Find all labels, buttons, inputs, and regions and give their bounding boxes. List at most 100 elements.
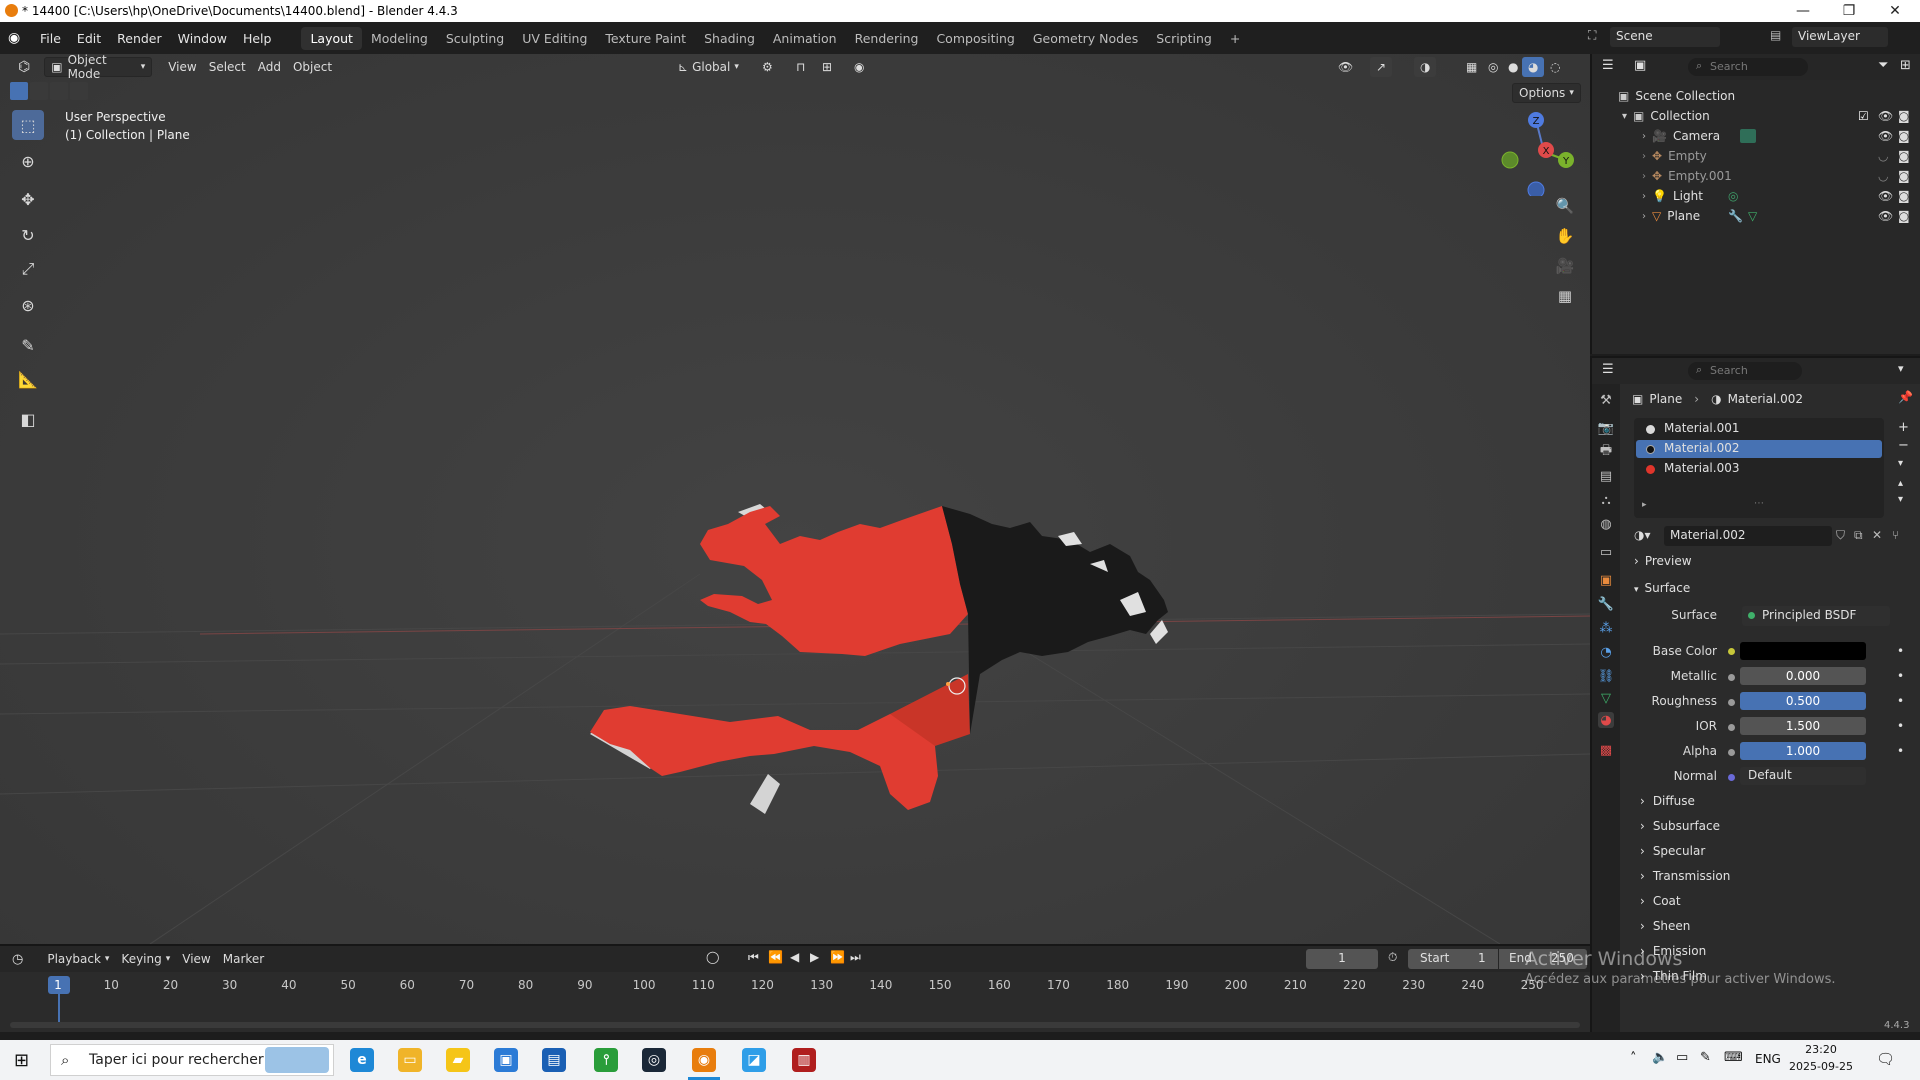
unlink-icon[interactable]: ✕ bbox=[1872, 528, 1882, 542]
edge-icon[interactable]: e bbox=[350, 1048, 374, 1072]
tab-scripting[interactable]: Scripting bbox=[1147, 27, 1221, 50]
tab-geometry-nodes[interactable]: Geometry Nodes bbox=[1024, 27, 1147, 50]
chevron-down-icon[interactable]: ▾ bbox=[1898, 362, 1904, 375]
taskbar-search-box[interactable]: ⌕ Taper ici pour rechercher bbox=[50, 1044, 334, 1076]
close-button[interactable]: ✕ bbox=[1872, 0, 1918, 22]
timeline-ruler[interactable]: 1 10 20 30 40 50 60 70 80 90 100 110 120 130 140 150 160… bbox=[0, 946, 1590, 1034]
mode-dropdown[interactable]: ▣ Object Mode ▾ bbox=[44, 54, 153, 81]
select-mode-invert-icon[interactable] bbox=[70, 82, 88, 100]
transmission-section[interactable]: › Transmission bbox=[1640, 869, 1730, 883]
world-tab-icon[interactable]: ◍ bbox=[1598, 516, 1614, 532]
viewport-menu-add[interactable]: Add bbox=[252, 57, 287, 77]
metallic-field[interactable]: 0.000 bbox=[1740, 667, 1866, 685]
material-slot-row[interactable]: Material.001 bbox=[1636, 420, 1882, 438]
chevron-right-icon[interactable]: › bbox=[1642, 211, 1646, 222]
tab-texture-paint[interactable]: Texture Paint bbox=[596, 27, 695, 50]
cursor-tool-icon[interactable]: ⊕ bbox=[12, 146, 44, 176]
expand-arrow-icon[interactable]: ▸ bbox=[1642, 500, 1647, 510]
shading-material-icon[interactable]: ◕ bbox=[1522, 57, 1545, 77]
add-workspace-button[interactable]: + bbox=[1221, 27, 1249, 50]
island-plane-object[interactable] bbox=[590, 484, 1170, 814]
outliner-row-plane[interactable]: › ▽ Plane 🔧 ▽ 👁 ◙ bbox=[1592, 206, 1920, 226]
viewport-menu-select[interactable]: Select bbox=[203, 57, 252, 77]
move-tool-icon[interactable]: ✥ bbox=[12, 184, 44, 214]
properties-editor-icon[interactable]: ☰ bbox=[1602, 362, 1614, 377]
network-icon[interactable]: ▭ bbox=[1676, 1050, 1688, 1065]
preview-section-header[interactable]: › Preview bbox=[1634, 554, 1692, 568]
rotate-tool-icon[interactable]: ↻ bbox=[12, 220, 44, 250]
snap-icon[interactable]: ⊓ bbox=[790, 57, 811, 77]
material-name-field[interactable]: Material.002 bbox=[1664, 526, 1832, 546]
node-tree-icon[interactable]: ⑂ bbox=[1892, 528, 1899, 542]
output-tab-icon[interactable]: 🖶 bbox=[1598, 443, 1614, 460]
filter-icon[interactable]: ⏷ bbox=[1878, 58, 1888, 73]
camera-view-icon[interactable]: 🎥 bbox=[1553, 254, 1577, 278]
outliner-row-light[interactable]: › 💡 Light ◎ 👁 ◙ bbox=[1592, 186, 1920, 206]
volume-icon[interactable]: 🔈 bbox=[1652, 1050, 1668, 1065]
gizmo-neg-y-axis[interactable] bbox=[1501, 151, 1519, 169]
chevron-right-icon[interactable]: › bbox=[1642, 191, 1646, 202]
camera-render-icon[interactable]: ◙ bbox=[1898, 129, 1910, 143]
select-mode-subtract-icon[interactable] bbox=[50, 82, 68, 100]
tab-rendering[interactable]: Rendering bbox=[846, 27, 928, 50]
notifications-icon[interactable]: 🗨 bbox=[1876, 1050, 1895, 1068]
tab-uv-editing[interactable]: UV Editing bbox=[513, 27, 596, 50]
steam-icon[interactable]: ◎ bbox=[642, 1048, 666, 1072]
scale-tool-icon[interactable]: ⤢ bbox=[12, 254, 44, 284]
timeline-scrollbar[interactable] bbox=[10, 1022, 1580, 1028]
roughness-field[interactable]: 0.500 bbox=[1740, 692, 1866, 710]
modifier-tab-icon[interactable]: 🔧 bbox=[1598, 596, 1614, 612]
view-layer-field[interactable]: ViewLayer bbox=[1792, 27, 1888, 47]
eye-icon[interactable]: 👁 bbox=[1878, 189, 1893, 203]
transform-tool-icon[interactable]: ⊛ bbox=[12, 290, 44, 320]
surface-section-header[interactable]: ▾ Surface bbox=[1634, 581, 1690, 595]
menu-render[interactable]: Render bbox=[109, 31, 170, 46]
tray-chevron-up-icon[interactable]: ˄ bbox=[1630, 1051, 1637, 1066]
tab-compositing[interactable]: Compositing bbox=[927, 27, 1023, 50]
options-dropdown[interactable]: Options ▾ bbox=[1512, 83, 1581, 103]
keyframe-dot-icon[interactable]: • bbox=[1897, 669, 1904, 683]
overlay-toggle-icon[interactable]: ◑ bbox=[1414, 57, 1437, 77]
move-up-icon[interactable]: ▴ bbox=[1898, 478, 1903, 489]
collection-tab-icon[interactable]: ▭ bbox=[1598, 544, 1614, 560]
object-tab-icon[interactable]: ▣ bbox=[1598, 572, 1614, 588]
eye-icon[interactable]: 👁 bbox=[1878, 109, 1893, 123]
pan-hand-icon[interactable]: ✋ bbox=[1553, 224, 1577, 248]
outliner-editor-icon[interactable]: ☰ bbox=[1602, 58, 1614, 73]
view-layer-tab-icon[interactable]: ▤ bbox=[1598, 468, 1614, 484]
base-color-swatch[interactable] bbox=[1740, 642, 1866, 660]
outliner-row-empty[interactable]: › ✥ Empty ◡ ◙ bbox=[1592, 146, 1920, 166]
outliner-row-scene-collection[interactable]: ▣ Scene Collection bbox=[1592, 86, 1920, 106]
viewport-menu-object[interactable]: Object bbox=[287, 57, 338, 77]
add-cube-tool-icon[interactable]: ◧ bbox=[12, 404, 44, 434]
folder-icon[interactable]: ▰ bbox=[446, 1048, 470, 1072]
outliner-row-camera[interactable]: › 🎥 Camera 👁 ◙ bbox=[1592, 126, 1920, 146]
measure-tool-icon[interactable]: 📐 bbox=[12, 364, 44, 394]
eye-icon[interactable]: 👁 bbox=[1878, 129, 1893, 143]
eye-closed-icon[interactable]: ◡ bbox=[1878, 169, 1888, 183]
specular-section[interactable]: › Specular bbox=[1640, 844, 1705, 858]
new-collection-icon[interactable]: ⊞ bbox=[1900, 58, 1911, 73]
constraints-tab-icon[interactable]: ⛓ bbox=[1598, 668, 1615, 684]
material-browse-icon[interactable]: ◑▾ bbox=[1634, 528, 1651, 542]
material-slot-row-selected[interactable]: Material.002 bbox=[1636, 440, 1882, 458]
physics-tab-icon[interactable]: ◔ bbox=[1598, 644, 1614, 660]
outliner-row-empty-001[interactable]: › ✥ Empty.001 ◡ ◙ bbox=[1592, 166, 1920, 186]
material-slot-row[interactable]: Material.003 bbox=[1636, 460, 1882, 478]
keyframe-dot-icon[interactable]: • bbox=[1897, 719, 1904, 733]
eye-closed-icon[interactable]: ◡ bbox=[1878, 149, 1888, 163]
file-explorer-icon[interactable]: ▭ bbox=[398, 1048, 422, 1072]
snap-target-icon[interactable]: ⊞ bbox=[816, 57, 838, 77]
pen-icon[interactable]: ✎ bbox=[1700, 1050, 1711, 1065]
winrar-icon[interactable]: ▥ bbox=[792, 1048, 816, 1072]
scene-name-field[interactable]: Scene bbox=[1610, 27, 1720, 47]
duplicate-icon[interactable]: ⧉ bbox=[1854, 528, 1863, 543]
select-box-tool-icon[interactable]: ⬚ bbox=[12, 110, 44, 140]
navigation-gizmo[interactable]: Z Y X bbox=[1488, 106, 1578, 196]
chevron-right-icon[interactable]: › bbox=[1642, 151, 1646, 162]
menu-window[interactable]: Window bbox=[170, 31, 235, 46]
sheen-section[interactable]: › Sheen bbox=[1640, 919, 1690, 933]
camera-render-icon[interactable]: ◙ bbox=[1898, 189, 1910, 203]
render-tab-icon[interactable]: 📷 bbox=[1598, 420, 1614, 436]
editor-type-icon[interactable]: ⌬ bbox=[12, 57, 36, 77]
